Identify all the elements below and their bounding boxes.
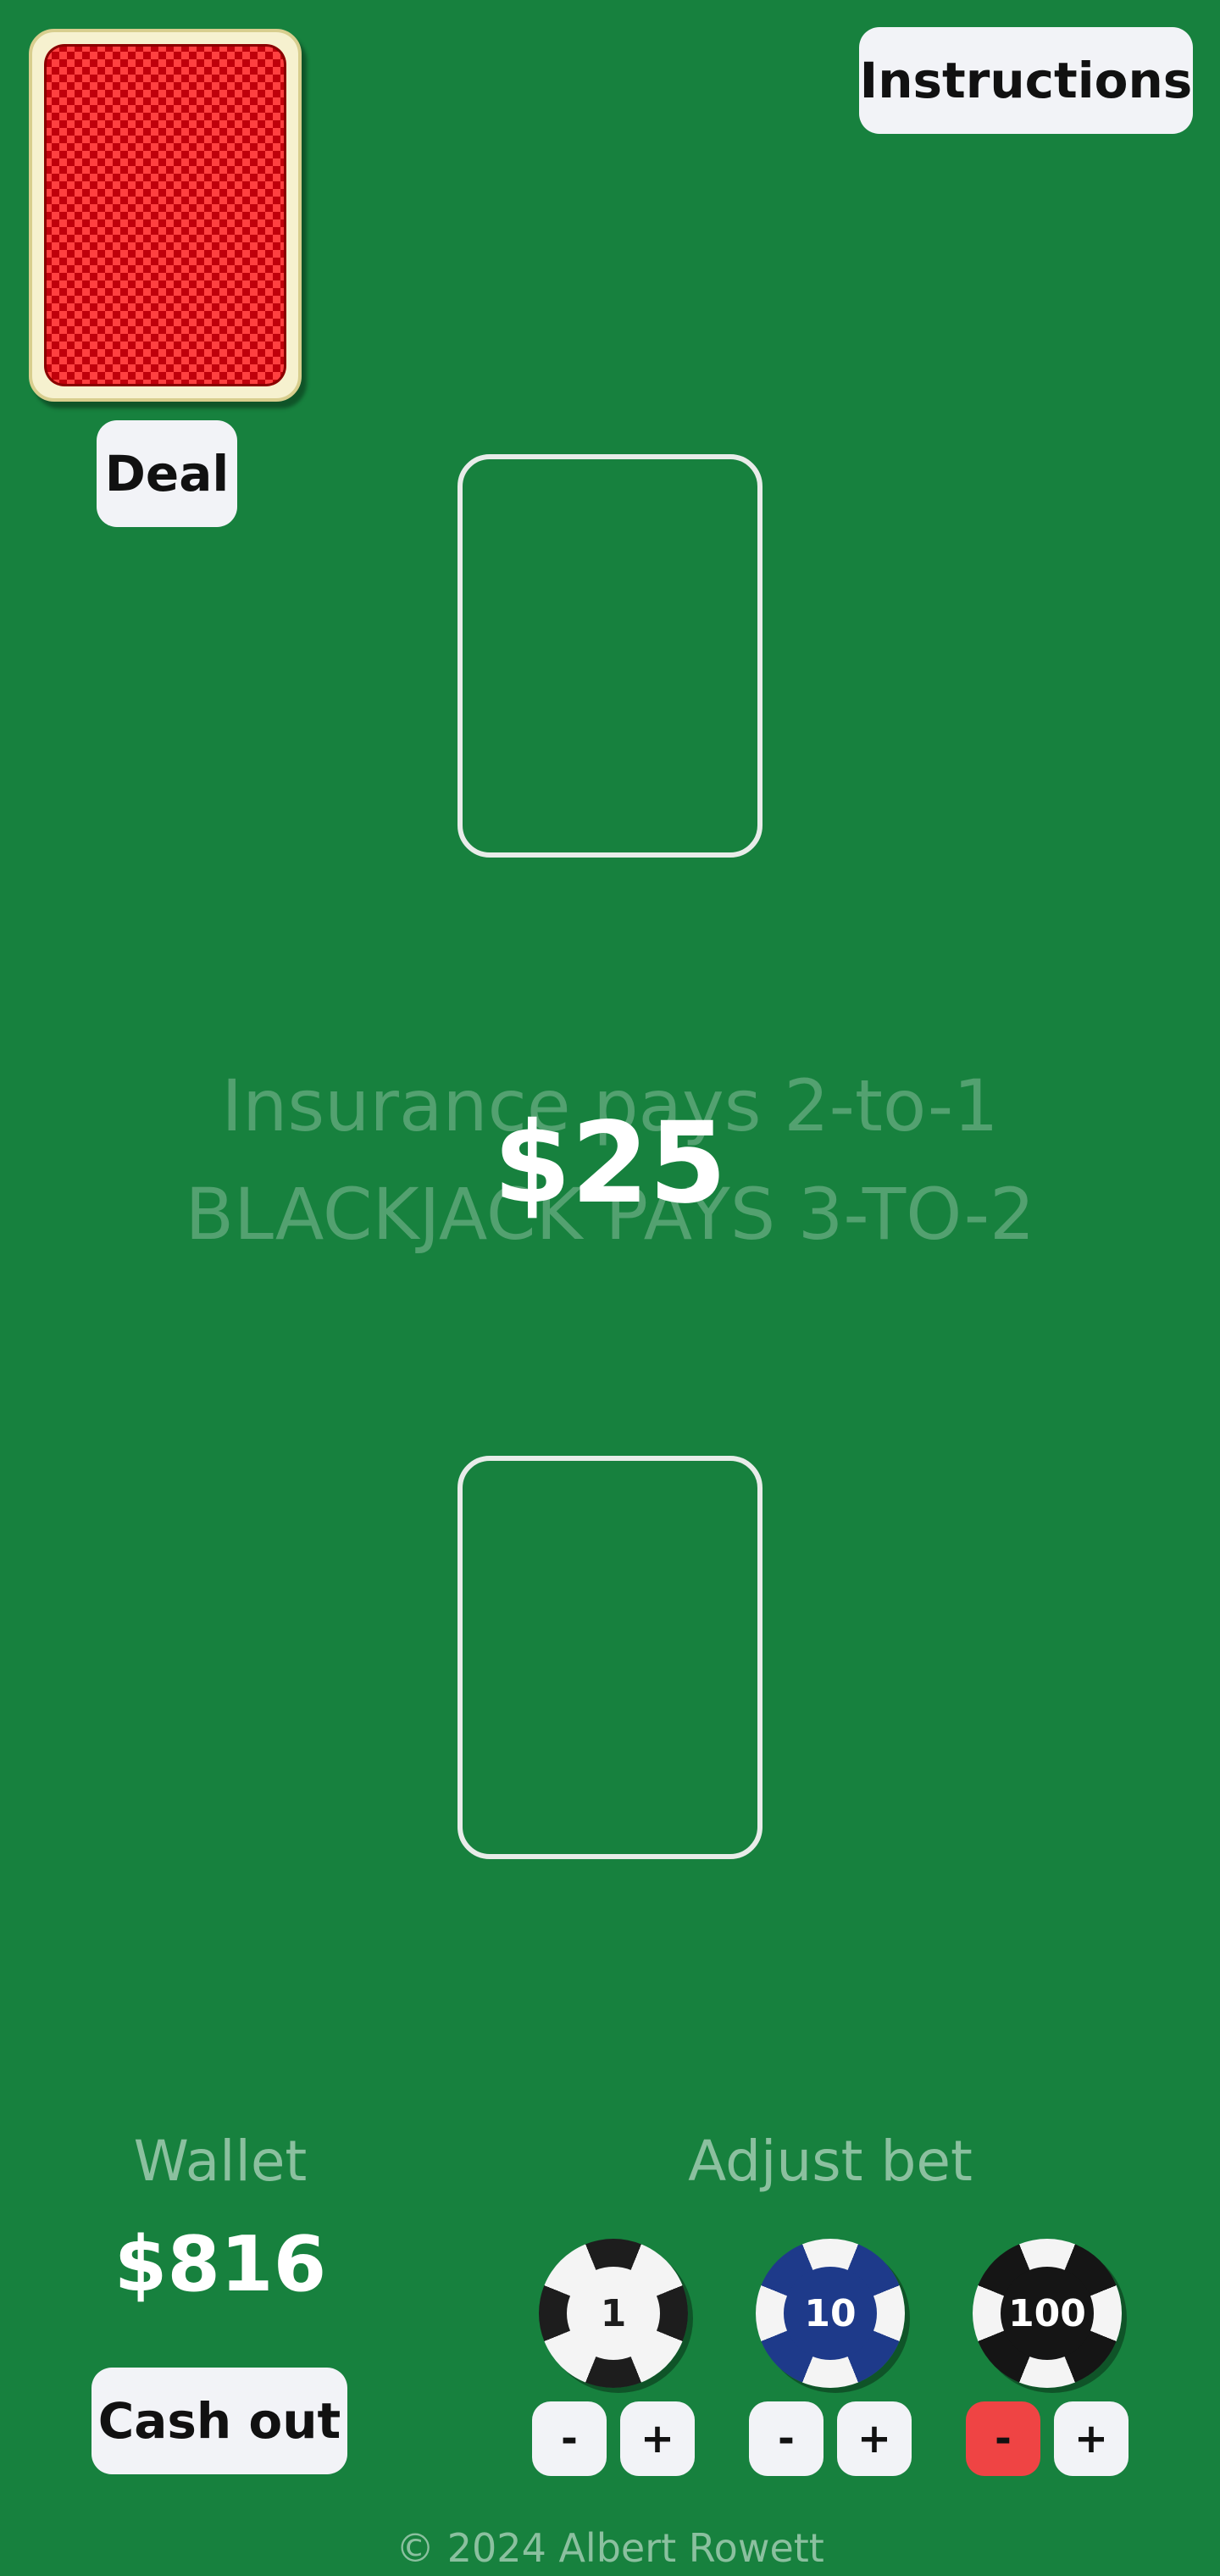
- adjust-bet-label: Adjust bet: [688, 2129, 973, 2194]
- instructions-button[interactable]: Instructions: [859, 27, 1193, 134]
- chip-100-value: 100: [1001, 2267, 1094, 2360]
- chip-1-decrement-button[interactable]: -: [532, 2401, 607, 2476]
- chip-100: 100: [973, 2239, 1122, 2388]
- chip-10: 10: [756, 2239, 905, 2388]
- chip-100-increment-button[interactable]: +: [1054, 2401, 1128, 2476]
- chip-1-increment-button[interactable]: +: [620, 2401, 695, 2476]
- card-back-pattern: [44, 44, 286, 386]
- player-card-slot: [458, 1456, 762, 1859]
- chip-10-decrement-button[interactable]: -: [749, 2401, 824, 2476]
- cash-out-button[interactable]: Cash out: [92, 2368, 347, 2474]
- wallet-amount: $816: [114, 2220, 327, 2309]
- current-bet-amount: $25: [493, 1098, 727, 1229]
- chip-10-value: 10: [784, 2267, 877, 2360]
- deck-card-back[interactable]: [29, 29, 302, 402]
- chip-100-decrement-button[interactable]: -: [966, 2401, 1040, 2476]
- chip-1: 1: [539, 2239, 688, 2388]
- chip-1-value: 1: [567, 2267, 660, 2360]
- dealer-card-slot: [458, 454, 762, 858]
- copyright-footer: © 2024 Albert Rowett: [396, 2525, 824, 2571]
- wallet-label: Wallet: [133, 2129, 308, 2194]
- chip-10-increment-button[interactable]: +: [837, 2401, 912, 2476]
- deal-button[interactable]: Deal: [97, 420, 237, 527]
